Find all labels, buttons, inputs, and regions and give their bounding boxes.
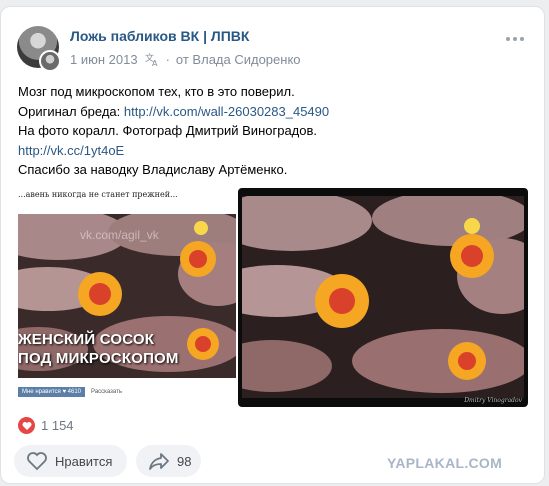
post-card: Ложь пабликов ВК | ЛПВК 1 июн 2013 文A · …: [0, 6, 545, 484]
reactions-summary[interactable]: 1 154: [18, 417, 74, 434]
embedded-like-bar: Мне нравится ♥ 4610 Рассказать: [18, 387, 122, 397]
post-author[interactable]: от Влада Сидоренко: [176, 52, 301, 67]
post-meta: 1 июн 2013 文A · от Влада Сидоренко: [70, 51, 301, 69]
post-text-line: Мозг под микроскопом тех, кто в это пове…: [18, 84, 295, 99]
post-text: Мозг под микроскопом тех, кто в это пове…: [18, 82, 538, 180]
share-button[interactable]: 98: [136, 445, 201, 477]
coral-image-left: vk.com/agil_vk ЖЕНСКИЙ СОСОК ПОД МИКРОСК…: [18, 214, 236, 378]
like-button[interactable]: Нравится: [14, 445, 127, 477]
author-avatar[interactable]: [39, 50, 61, 72]
author-separator: ·: [165, 51, 170, 67]
post-text-line: Оригинал бреда: http://vk.com/wall-26030…: [18, 102, 538, 122]
photo-right[interactable]: Dmitry Vinogradov: [238, 188, 528, 407]
share-count: 98: [177, 453, 192, 469]
more-icon[interactable]: [506, 37, 524, 41]
meme-overlay-text: ЖЕНСКИЙ СОСОК ПОД МИКРОСКОПОМ: [18, 330, 179, 368]
post-text-line: Спасибо за наводку Владиславу Артёменко.: [18, 162, 288, 177]
post-text-prefix: Оригинал бреда:: [18, 103, 124, 119]
photo-credit: Dmitry Vinogradov: [464, 397, 522, 404]
share-icon: [149, 453, 169, 470]
group-name-link[interactable]: Ложь пабликов ВК | ЛПВК: [70, 28, 249, 44]
meme-line-2: ПОД МИКРОСКОПОМ: [18, 350, 179, 367]
heart-outline-icon: [27, 452, 47, 471]
translate-icon[interactable]: 文A: [144, 51, 160, 68]
svg-text:A: A: [152, 59, 158, 67]
photo-left-caption: ...авень никогда не станет прежней...: [18, 190, 178, 199]
site-watermark: YAPLAKAL.COM: [387, 455, 503, 471]
original-link[interactable]: http://vk.com/wall-26030283_45490: [124, 104, 329, 119]
heart-icon: [18, 417, 35, 434]
embedded-share-link: Рассказать: [91, 389, 123, 395]
short-link[interactable]: http://vk.cc/1yt4oE: [18, 143, 124, 158]
embedded-like-button: Мне нравится ♥ 4610: [18, 387, 86, 397]
post-text-line: На фото коралл. Фотограф Дмитрий Виногра…: [18, 123, 318, 138]
post-date[interactable]: 1 июн 2013: [70, 52, 138, 67]
like-label: Нравится: [55, 453, 113, 469]
meme-line-1: ЖЕНСКИЙ СОСОК: [18, 331, 155, 348]
coral-image-right: [242, 196, 524, 398]
photo-left[interactable]: ...авень никогда не станет прежней... vk…: [18, 190, 236, 406]
watermark-vk: vk.com/agil_vk: [80, 228, 159, 242]
reactions-count: 1 154: [41, 418, 74, 433]
post-text-line: http://vk.cc/1yt4oE: [18, 141, 538, 161]
